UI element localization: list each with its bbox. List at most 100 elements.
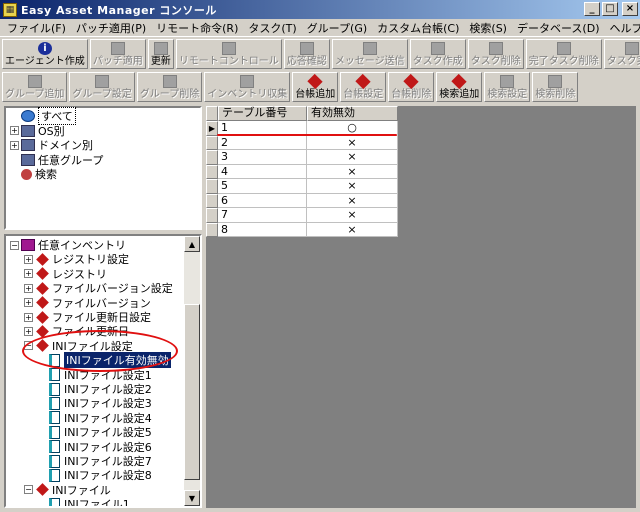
maximize-button[interactable]: □ (602, 2, 618, 16)
scroll-thumb[interactable] (184, 304, 200, 480)
toolbar-button-task-run[interactable]: タスク実行 (603, 39, 640, 69)
menu-item-7[interactable]: データベース(D) (512, 20, 605, 36)
cell-enabled[interactable]: × (307, 164, 398, 179)
column-header-table-number[interactable]: テーブル番号 (218, 106, 307, 121)
tree-node[interactable]: INIファイル設定4 (38, 411, 152, 425)
tree-node[interactable]: INIファイル1 (38, 497, 130, 506)
cell-enabled[interactable]: × (307, 135, 398, 150)
tree-node[interactable]: INIファイル設定7 (38, 454, 152, 468)
tree-expander[interactable]: + (24, 312, 33, 322)
tree-node[interactable]: INIファイル設定3 (38, 396, 152, 410)
tree-expander[interactable]: + (24, 254, 33, 264)
toolbar-button-search-delete[interactable]: 検索削除 (532, 72, 579, 102)
tree-expander[interactable]: + (24, 269, 33, 279)
toolbar-button-search-settings[interactable]: 検索設定 (484, 72, 531, 102)
tree-expander[interactable]: + (10, 140, 19, 150)
toolbar-button-group-settings[interactable]: グループ設定 (69, 72, 135, 102)
tree-expander[interactable]: + (24, 326, 33, 336)
ping-icon (299, 41, 314, 55)
row-header[interactable] (206, 222, 218, 237)
menu-item-0[interactable]: ファイル(F) (2, 20, 71, 36)
inventory-tree-scrollbar[interactable]: ▲ ▼ (184, 236, 200, 506)
cell-table-number[interactable]: 8 (218, 222, 307, 237)
toolbar-button-group-delete[interactable]: グループ削除 (136, 72, 203, 102)
toolbar-button-ledger-settings[interactable]: 台帳設定 (340, 72, 387, 102)
cell-table-number[interactable]: 3 (218, 150, 307, 165)
row-header[interactable] (206, 193, 218, 208)
tree-node[interactable]: + ドメイン別 (10, 138, 93, 152)
menu-item-2[interactable]: リモート命令(R) (151, 20, 243, 36)
group-tree[interactable]: すべて + OS別 + ドメイン別 任意グループ 検索 (4, 106, 202, 230)
toolbar-button-inventory-collect[interactable]: インベントリ収集 (204, 72, 291, 102)
toolbar-button-search-add[interactable]: 検索追加 (436, 72, 483, 102)
toolbar-button-message[interactable]: メッセージ送信 (331, 39, 408, 69)
toolbar-button-ping[interactable]: 応答確認 (283, 39, 330, 69)
table-row[interactable]: 4 × (206, 164, 398, 179)
cell-enabled[interactable]: × (307, 208, 398, 223)
menu-item-1[interactable]: パッチ適用(P) (71, 20, 151, 36)
cell-enabled[interactable]: × (307, 179, 398, 194)
menu-item-8[interactable]: ヘルプ(H) (605, 20, 640, 36)
toolbar-button-task-delete[interactable]: タスク削除 (467, 39, 524, 69)
toolbar-button-task-create[interactable]: タスク作成 (409, 39, 466, 69)
cell-table-number[interactable]: 5 (218, 179, 307, 194)
row-header[interactable] (206, 135, 218, 150)
tree-node[interactable]: すべて (10, 107, 76, 125)
cell-table-number[interactable]: 2 (218, 135, 307, 150)
tree-node[interactable]: INIファイル設定2 (38, 382, 152, 396)
toolbar-button-group-add[interactable]: グループ追加 (2, 72, 68, 102)
cell-enabled[interactable]: × (307, 222, 398, 237)
tree-expander[interactable]: + (24, 283, 33, 293)
cell-enabled[interactable]: × (307, 150, 398, 165)
table-row[interactable]: 7 × (206, 208, 398, 223)
tree-node[interactable]: + ファイル更新日設定 (24, 310, 151, 324)
tree-node[interactable]: − INIファイル (24, 483, 111, 497)
cell-table-number[interactable]: 7 (218, 208, 307, 223)
toolbar-button-ledger-add[interactable]: 台帳追加 (292, 72, 339, 102)
tree-expander[interactable]: + (24, 298, 33, 308)
toolbar-button-refresh[interactable]: 更新 (147, 39, 174, 69)
tree-expander[interactable]: − (24, 485, 33, 495)
scroll-up-button[interactable]: ▲ (184, 236, 200, 252)
tree-node[interactable]: INIファイル設定5 (38, 425, 152, 439)
scroll-down-button[interactable]: ▼ (184, 490, 200, 506)
tree-node[interactable]: + ファイルバージョン (24, 296, 151, 310)
tree-node[interactable]: 検索 (10, 167, 57, 181)
tree-node[interactable]: + ファイルバージョン設定 (24, 281, 173, 295)
table-row[interactable]: 2 × (206, 135, 398, 150)
tree-expander[interactable]: + (10, 126, 19, 136)
row-header[interactable] (206, 179, 218, 194)
tree-node[interactable]: 任意グループ (10, 153, 103, 167)
close-button[interactable]: × (622, 2, 638, 16)
table-row[interactable]: 6 × (206, 193, 398, 208)
toolbar-button-completed-task-delete[interactable]: 完了タスク削除 (525, 39, 602, 69)
row-header[interactable] (206, 208, 218, 223)
menu-item-3[interactable]: タスク(T) (243, 20, 301, 36)
cell-enabled[interactable]: × (307, 193, 398, 208)
toolbar-button-info[interactable]: i エージェント作成 (2, 39, 88, 69)
row-header[interactable]: ▶ (206, 121, 218, 136)
tree-node[interactable]: − 任意インベントリ (10, 238, 126, 252)
table-row[interactable]: 8 × (206, 222, 398, 237)
tree-node[interactable]: + レジストリ設定 (24, 252, 129, 266)
table-row[interactable]: 5 × (206, 179, 398, 194)
toolbar-button-patch[interactable]: パッチ適用 (89, 39, 146, 69)
tree-node[interactable]: INIファイル設定6 (38, 440, 152, 454)
cell-table-number[interactable]: 4 (218, 164, 307, 179)
column-header-enabled[interactable]: 有効無効 (307, 106, 398, 121)
diamond-icon (36, 296, 49, 309)
tree-expander[interactable]: − (10, 240, 19, 250)
tree-node[interactable]: INIファイル設定8 (38, 468, 152, 482)
minimize-button[interactable]: _ (584, 2, 600, 16)
row-header[interactable] (206, 150, 218, 165)
toolbar-button-ledger-delete[interactable]: 台帳削除 (388, 72, 435, 102)
row-header[interactable] (206, 164, 218, 179)
menu-item-4[interactable]: グループ(G) (302, 20, 372, 36)
tree-node[interactable]: + レジストリ (24, 267, 107, 281)
menu-item-6[interactable]: 検索(S) (464, 20, 512, 36)
table-row[interactable]: 3 × (206, 150, 398, 165)
menu-item-5[interactable]: カスタム台帳(C) (372, 20, 464, 36)
tree-node[interactable]: + OS別 (10, 124, 65, 138)
toolbar-button-remote-control[interactable]: リモートコントロール (175, 39, 282, 69)
cell-table-number[interactable]: 6 (218, 193, 307, 208)
